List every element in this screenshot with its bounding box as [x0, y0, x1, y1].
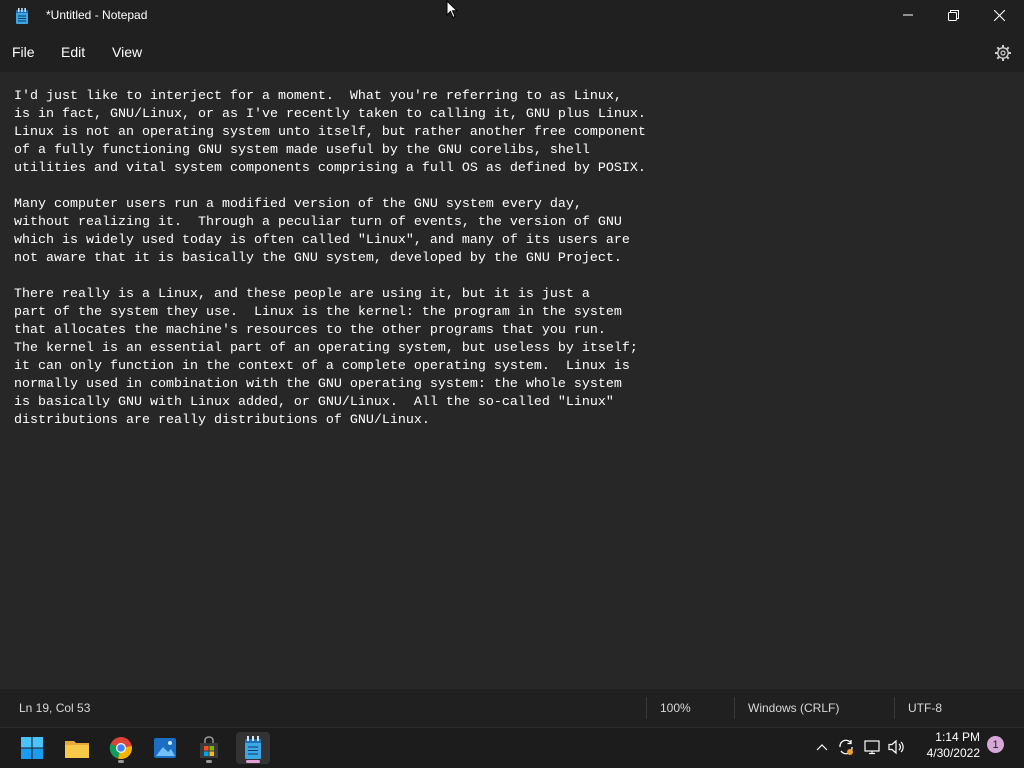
line-ending: Windows (CRLF) — [748, 701, 840, 715]
start-icon — [21, 737, 43, 759]
store-icon — [200, 736, 218, 758]
status-divider — [894, 697, 895, 719]
chevron-up-icon — [816, 744, 828, 751]
mouse-cursor-icon — [446, 0, 458, 19]
volume-icon — [888, 739, 904, 755]
show-hidden-icons-button[interactable] — [812, 737, 832, 757]
notepad-taskbar-button[interactable] — [236, 732, 270, 764]
chrome-button[interactable] — [104, 732, 138, 764]
file-explorer-button[interactable] — [60, 732, 94, 764]
encoding: UTF-8 — [908, 701, 942, 715]
network-tray-button[interactable] — [863, 737, 883, 757]
active-indicator — [246, 760, 260, 763]
notepad-app-icon — [16, 8, 28, 24]
restore-button[interactable] — [930, 0, 976, 30]
menu-edit[interactable]: Edit — [61, 44, 85, 60]
notepad-icon — [245, 736, 261, 759]
text-editor[interactable]: I'd just like to interject for a moment.… — [0, 72, 1024, 689]
editor-content[interactable]: I'd just like to interject for a moment.… — [14, 88, 646, 430]
zoom-level: 100% — [660, 701, 691, 715]
status-divider — [646, 697, 647, 719]
sync-icon — [839, 739, 853, 755]
clock-time: 1:14 PM — [935, 730, 980, 744]
running-indicator — [118, 760, 124, 763]
file-explorer-icon — [65, 741, 89, 758]
settings-gear-icon[interactable] — [994, 44, 1012, 62]
chrome-icon — [109, 737, 132, 760]
running-indicator — [206, 760, 212, 763]
photos-icon — [154, 738, 176, 758]
minimize-icon — [903, 14, 913, 16]
menu-bar: File Edit View — [0, 32, 1024, 72]
window-title: *Untitled - Notepad — [46, 8, 148, 22]
taskbar-clock[interactable]: 1:14 PM 4/30/2022 — [916, 729, 980, 761]
title-bar: *Untitled - Notepad — [0, 0, 1024, 32]
network-icon — [864, 740, 880, 755]
close-button[interactable] — [976, 0, 1022, 30]
photos-button[interactable] — [148, 732, 182, 764]
close-icon — [993, 9, 1005, 21]
minimize-button[interactable] — [885, 0, 931, 30]
start-button[interactable] — [15, 732, 49, 764]
volume-tray-button[interactable] — [887, 737, 907, 757]
sync-tray-button[interactable] — [836, 737, 856, 757]
status-bar: Ln 19, Col 53 100% Windows (CRLF) UTF-8 — [0, 689, 1024, 727]
store-button[interactable] — [192, 732, 226, 764]
taskbar: 1:14 PM 4/30/2022 1 — [0, 727, 1024, 768]
restore-icon — [947, 9, 959, 21]
cursor-position: Ln 19, Col 53 — [19, 701, 91, 715]
menu-file[interactable]: File — [12, 44, 35, 60]
status-divider — [734, 697, 735, 719]
menu-view[interactable]: View — [112, 44, 142, 60]
notification-badge[interactable]: 1 — [987, 736, 1004, 753]
clock-date: 4/30/2022 — [926, 746, 980, 760]
